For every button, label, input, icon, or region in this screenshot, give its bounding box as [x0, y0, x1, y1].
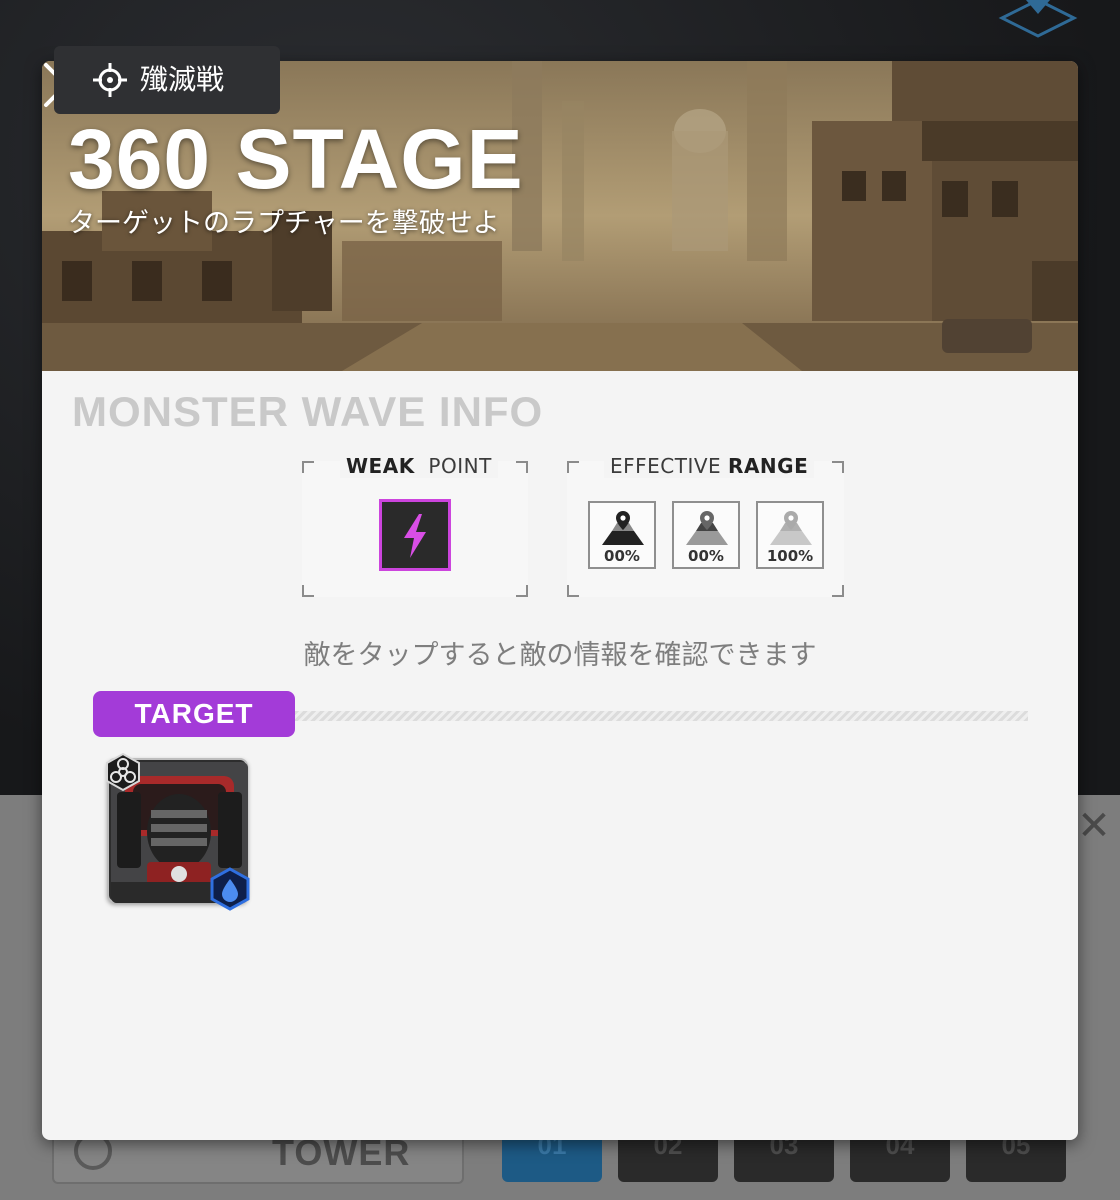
weak-point-label-rest: POINT — [428, 454, 492, 478]
range-near-icon — [602, 511, 644, 545]
tap-hint: 敵をタップすると敵の情報を確認できます — [303, 640, 817, 671]
range-mid-value: 00% — [688, 547, 724, 565]
target-divider — [295, 711, 1028, 721]
lightning-icon — [379, 499, 451, 571]
effective-range-label-rest: EFFECTIVE — [610, 454, 722, 478]
weak-point-label-bold: WEAK — [346, 454, 415, 478]
section-title: MONSTER WAVE INFO — [72, 388, 544, 435]
range-tile-far: 100% — [756, 501, 824, 569]
mode-tag-label: 殲滅戦 — [140, 63, 225, 96]
weak-point-label: WEAK POINT — [340, 454, 498, 478]
stage-objective: ターゲットのラプチャーを撃破せよ — [68, 208, 500, 239]
range-tile-mid: 00% — [672, 501, 740, 569]
effective-range-label: EFFECTIVE RANGE — [604, 454, 815, 478]
stage-title: 360 STAGE — [68, 112, 524, 206]
target-tab: TARGET — [93, 691, 295, 737]
stage-info-modal: 360 STAGE ターゲットのラプチャーを撃破せよ MONSTER WAVE … — [42, 61, 1078, 1140]
effective-range-label-bold: RANGE — [728, 454, 809, 478]
background-close-icon: ✕ — [1077, 803, 1111, 849]
biohazard-icon — [106, 752, 140, 792]
enemy-card[interactable] — [106, 752, 250, 911]
water-drop-icon — [210, 867, 250, 911]
mode-tag: 殲滅戦 — [54, 46, 280, 114]
range-far-icon — [770, 511, 812, 545]
range-tile-near: 00% — [588, 501, 656, 569]
range-mid-icon — [686, 511, 728, 545]
crosshair-icon — [93, 63, 127, 97]
range-near-value: 00% — [604, 547, 640, 565]
background-chevron-icon — [998, 0, 1078, 38]
range-far-value: 100% — [766, 547, 814, 565]
